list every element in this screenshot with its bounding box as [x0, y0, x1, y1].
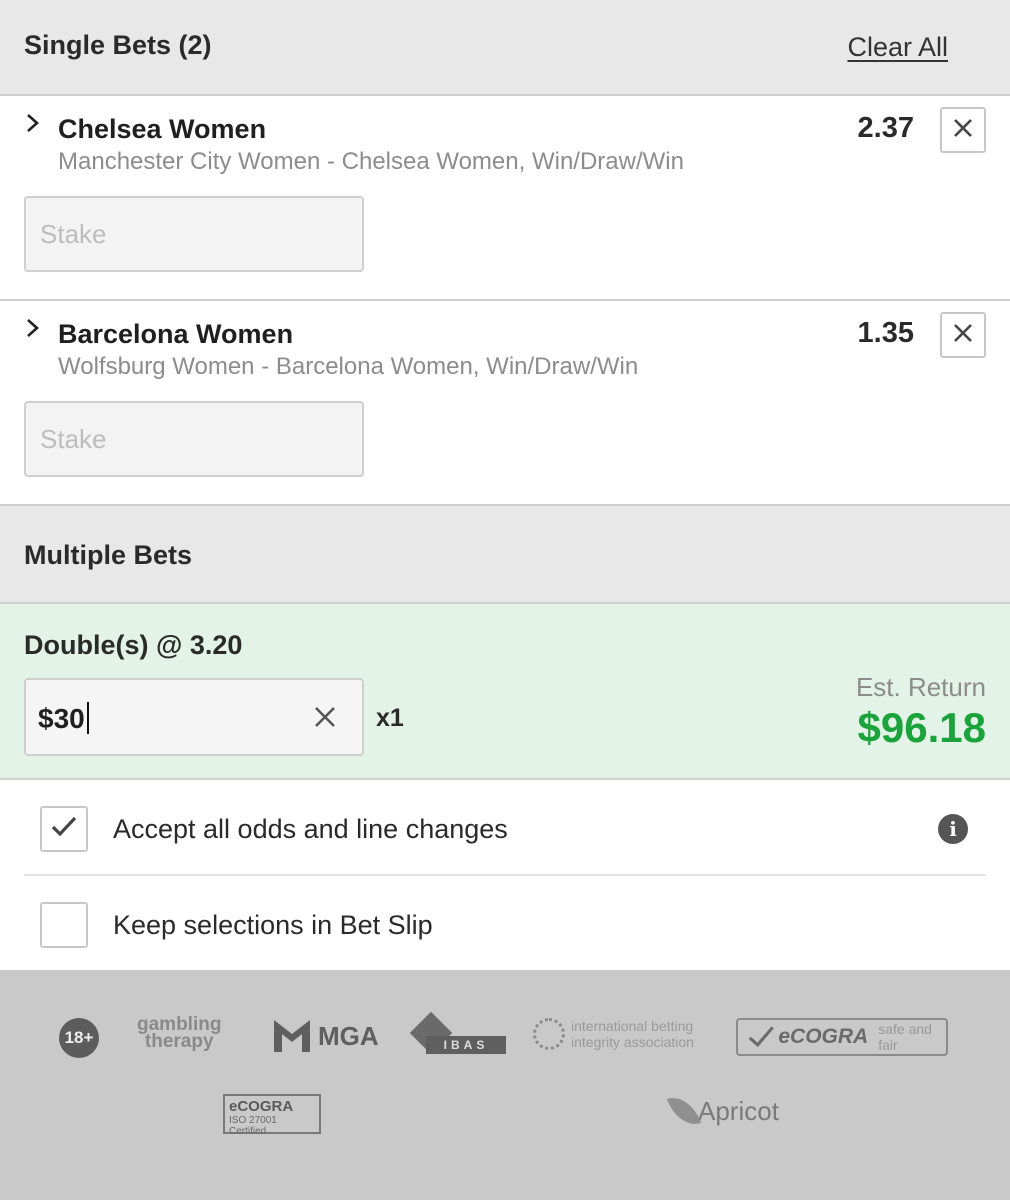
est-return-label: Est. Return: [855, 672, 986, 702]
remove-bet-button[interactable]: [940, 312, 986, 358]
bet-item: Barcelona Women Wolfsburg Women - Barcel…: [0, 301, 1010, 506]
gambling-therapy-logo[interactable]: gambling therapy: [137, 1015, 221, 1051]
single-bets-header: Single Bets (2) Clear All: [0, 0, 1010, 96]
age-18-logo: 18+: [59, 1018, 99, 1058]
chevron-right-icon[interactable]: [22, 112, 44, 134]
accept-odds-checkbox[interactable]: [40, 806, 88, 852]
clear-stake-icon[interactable]: [312, 704, 338, 730]
multiple-bets-header: Multiple Bets: [0, 506, 1010, 604]
bet-multiplier: x1: [376, 704, 404, 732]
ecogra-iso-logo[interactable]: eCOGRA ISO 27001 Certified: [223, 1094, 321, 1137]
apricot-logo[interactable]: Apricot: [666, 1090, 779, 1132]
keep-selections-option: Keep selections in Bet Slip: [24, 876, 986, 972]
close-icon: [952, 117, 974, 144]
bet-odds: 2.37: [857, 112, 914, 144]
accept-odds-option: Accept all odds and line changes i: [24, 780, 986, 876]
double-bet-row: Double(s) @ 3.20 $30 x1 Est. Return $96.…: [0, 604, 1010, 780]
text-caret: [86, 702, 89, 734]
checkmark-icon: [50, 815, 78, 844]
ecogra-check-icon: [748, 1026, 774, 1048]
bet-item: Chelsea Women Manchester City Women - Ch…: [0, 96, 1010, 301]
bet-odds: 1.35: [857, 317, 914, 349]
bet-market: Wolfsburg Women - Barcelona Women, Win/D…: [58, 353, 639, 380]
close-icon: [952, 322, 974, 349]
ibia-logo[interactable]: international betting integrity associat…: [533, 1018, 694, 1050]
accept-odds-label: Accept all odds and line changes: [113, 814, 508, 844]
keep-selections-checkbox[interactable]: [40, 902, 88, 948]
leaf-icon: [666, 1090, 702, 1132]
keep-selections-label: Keep selections in Bet Slip: [113, 910, 433, 940]
double-bet-label: Double(s) @ 3.20: [24, 630, 243, 660]
stake-input[interactable]: [24, 401, 364, 477]
est-return-value: $96.18: [857, 704, 986, 751]
stake-input[interactable]: [24, 196, 364, 272]
multiple-bets-title: Multiple Bets: [24, 540, 193, 570]
ibas-logo[interactable]: IBAS: [409, 1011, 506, 1056]
ecogra-logo[interactable]: eCOGRA safe and fair: [736, 1018, 948, 1056]
chevron-right-icon[interactable]: [22, 317, 44, 339]
mga-logo[interactable]: MGA: [274, 1020, 379, 1052]
double-stake-input[interactable]: $30: [24, 678, 364, 756]
mga-mark-icon: [274, 1020, 310, 1052]
remove-bet-button[interactable]: [940, 107, 986, 153]
globe-icon: [533, 1018, 565, 1050]
footer: 18+ gambling therapy MGA IBAS internatio…: [0, 970, 1010, 1200]
double-stake-value: $30: [38, 703, 85, 734]
clear-all-link[interactable]: Clear All: [847, 32, 948, 63]
bet-market: Manchester City Women - Chelsea Women, W…: [58, 148, 684, 175]
bet-selection: Chelsea Women: [58, 114, 267, 144]
info-icon[interactable]: i: [938, 814, 968, 844]
bet-selection: Barcelona Women: [58, 319, 294, 349]
single-bets-title: Single Bets (2): [24, 30, 212, 60]
